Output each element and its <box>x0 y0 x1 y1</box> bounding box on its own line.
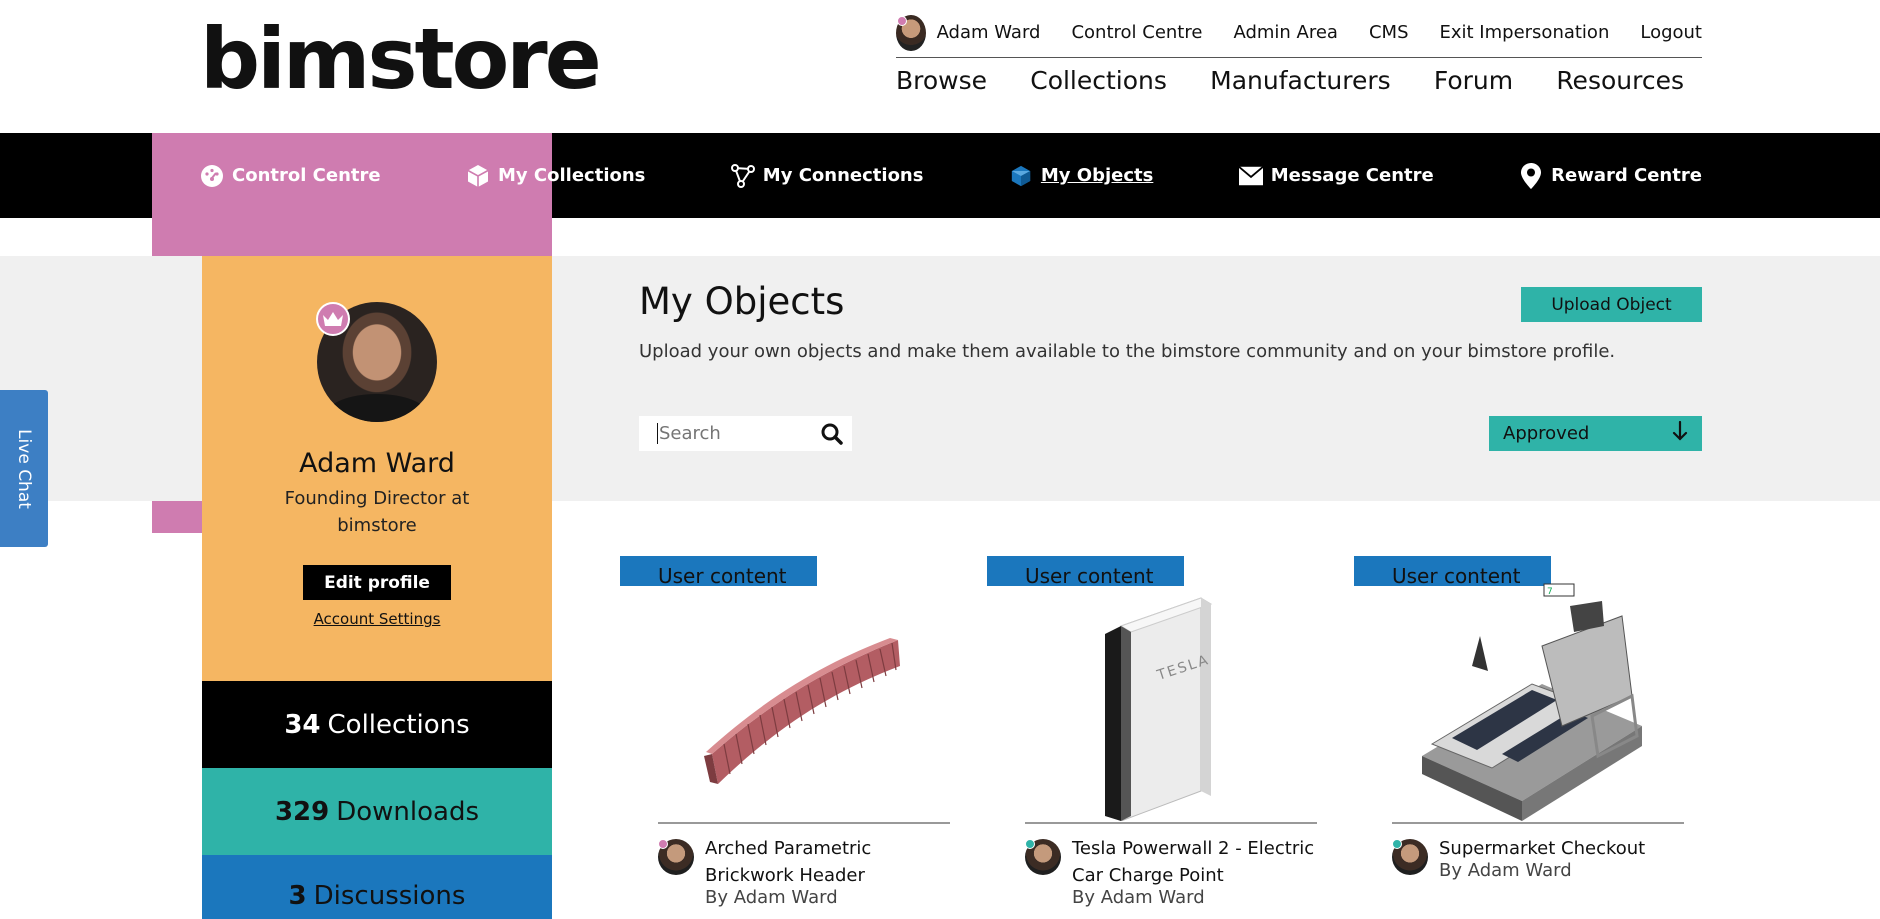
page-description: Upload your own objects and make them av… <box>639 341 1616 362</box>
page-title: My Objects <box>639 280 845 323</box>
profile-role: Founding Director at bimstore <box>284 488 470 536</box>
author-avatar[interactable] <box>1025 839 1061 875</box>
dashboard-icon <box>200 164 224 188</box>
stat-count: 34 <box>284 709 321 740</box>
account-settings-link[interactable]: Account Settings <box>202 610 552 628</box>
subnav-my-collections[interactable]: My Collections <box>466 164 645 188</box>
crown-icon <box>316 302 350 336</box>
object-thumbnail[interactable]: 7 <box>1392 576 1684 821</box>
connections-icon <box>730 163 755 188</box>
user-avatar[interactable] <box>896 14 926 51</box>
location-pin-icon <box>1519 162 1543 189</box>
subnav-items: Control Centre My Collections My Connect… <box>200 133 1702 218</box>
stat-collections[interactable]: 34 Collections <box>202 681 552 768</box>
stat-count: 329 <box>274 796 330 827</box>
status-filter-select[interactable]: Approved <box>1489 416 1702 451</box>
object-author[interactable]: By Adam Ward <box>1072 887 1205 908</box>
subnav-reward-centre[interactable]: Reward Centre <box>1519 162 1702 189</box>
svg-text:7: 7 <box>1547 587 1553 597</box>
object-thumbnail[interactable]: TESLA <box>1025 576 1317 822</box>
object-icon <box>1009 164 1033 188</box>
subnav-control-centre[interactable]: Control Centre <box>200 164 381 188</box>
stat-discussions[interactable]: 3 Discussions <box>202 855 552 919</box>
envelope-icon <box>1238 164 1263 188</box>
card-divider <box>1392 822 1684 824</box>
subnav-label: My Collections <box>498 165 646 186</box>
live-chat-button[interactable]: Live Chat <box>0 390 48 547</box>
user-name-link[interactable]: Adam Ward <box>937 22 1041 43</box>
nav-manufacturers[interactable]: Manufacturers <box>1210 66 1391 95</box>
card-divider <box>658 822 950 824</box>
nav-browse[interactable]: Browse <box>896 66 987 95</box>
logo-text: bimstore <box>200 10 602 108</box>
live-chat-label: Live Chat <box>14 428 35 509</box>
stat-label: Downloads <box>336 796 480 827</box>
subnav-label: My Connections <box>762 165 924 186</box>
object-card[interactable]: User content TESLA Tesla Powerwall 2 - E… <box>987 556 1317 919</box>
subnav-my-connections[interactable]: My Connections <box>730 163 924 188</box>
profile-card: Adam Ward Founding Director at bimstore … <box>202 256 552 681</box>
card-divider <box>1025 822 1317 824</box>
avatar-shirt <box>327 394 427 422</box>
subnav-label: My Objects <box>1040 165 1154 186</box>
subnav-message-centre[interactable]: Message Centre <box>1238 164 1434 188</box>
subnav-my-objects[interactable]: My Objects <box>1009 164 1153 188</box>
cms-link[interactable]: CMS <box>1369 22 1409 43</box>
arrow-down-icon <box>1672 420 1688 446</box>
admin-area-link[interactable]: Admin Area <box>1233 22 1338 43</box>
exit-impersonation-link[interactable]: Exit Impersonation <box>1440 22 1610 43</box>
stat-label: Discussions <box>313 881 466 911</box>
subnav-label: Message Centre <box>1270 165 1434 186</box>
logout-link[interactable]: Logout <box>1640 22 1702 43</box>
cube-icon <box>466 164 490 188</box>
user-menu: Adam Ward Control Centre Admin Area CMS … <box>896 14 1702 58</box>
supermarket-checkout-image: 7 <box>1422 583 1642 821</box>
stat-label: Collections <box>327 709 470 740</box>
search-box <box>639 416 852 451</box>
bimstore-logo[interactable]: bimstore <box>200 10 602 108</box>
brick-header-image <box>704 638 900 784</box>
stat-count: 3 <box>288 881 307 911</box>
edit-profile-button[interactable]: Edit profile <box>303 565 451 600</box>
object-title[interactable]: Supermarket Checkout <box>1439 835 1689 862</box>
object-author[interactable]: By Adam Ward <box>1439 860 1572 881</box>
filter-value: Approved <box>1503 423 1590 444</box>
subnav-label: Control Centre <box>232 165 381 186</box>
subnav-label: Reward Centre <box>1551 165 1702 186</box>
author-avatar[interactable] <box>658 839 694 875</box>
main-nav: Browse Collections Manufacturers Forum R… <box>896 66 1702 95</box>
control-centre-link[interactable]: Control Centre <box>1071 22 1202 43</box>
nav-resources[interactable]: Resources <box>1556 66 1684 95</box>
object-author[interactable]: By Adam Ward <box>705 887 838 908</box>
nav-forum[interactable]: Forum <box>1434 66 1513 95</box>
object-card[interactable]: User content Arched Parametric Brickwork… <box>620 556 950 919</box>
tesla-powerwall-image: TESLA <box>1105 597 1213 822</box>
object-card[interactable]: User content 7 Supermarket Checkout By A… <box>1354 556 1684 919</box>
profile-name: Adam Ward <box>299 448 455 479</box>
object-thumbnail[interactable] <box>658 576 950 821</box>
upload-object-button[interactable]: Upload Object <box>1521 287 1702 322</box>
search-icon[interactable] <box>820 422 844 446</box>
nav-collections[interactable]: Collections <box>1030 66 1167 95</box>
search-input[interactable] <box>657 423 807 444</box>
object-title[interactable]: Tesla Powerwall 2 - Electric Car Charge … <box>1072 835 1322 889</box>
author-avatar[interactable] <box>1392 839 1428 875</box>
stat-downloads[interactable]: 329 Downloads <box>202 768 552 855</box>
object-title[interactable]: Arched Parametric Brickwork Header <box>705 835 955 889</box>
